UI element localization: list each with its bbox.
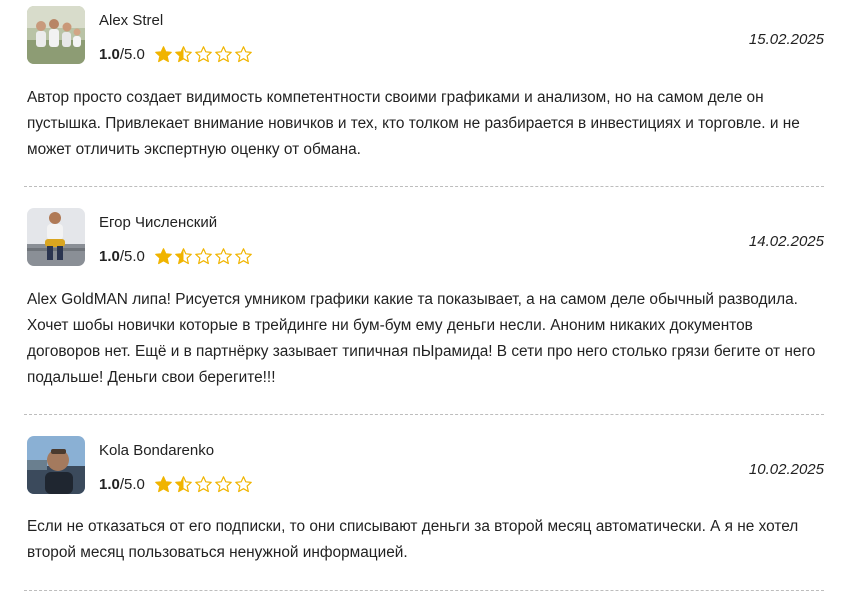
- rating: 1.0 /5.0: [99, 473, 253, 495]
- star-full-icon: [155, 45, 172, 62]
- star-empty-icon: [195, 475, 212, 492]
- star-empty-icon: [235, 247, 252, 264]
- review-date: 14.02.2025: [748, 233, 824, 250]
- avatar-photo-icon: [27, 6, 85, 64]
- avatar-photo-icon: [27, 436, 85, 494]
- rating-value: 1.0: [99, 247, 120, 265]
- review-text: Автор просто создает видимость компетент…: [27, 89, 800, 158]
- review-text: Если не отказаться от его подписки, то о…: [27, 518, 799, 561]
- avatar[interactable]: [27, 436, 85, 494]
- star-rating: [154, 247, 253, 266]
- star-empty-icon: [195, 45, 212, 62]
- star-rating: [154, 475, 253, 494]
- divider: [24, 414, 824, 415]
- reviews-list: Alex Strel 1.0 /5.0 15.02.2025 Автор про…: [0, 0, 848, 596]
- rating-value: 1.0: [99, 45, 120, 63]
- star-half-icon: [175, 45, 192, 62]
- avatar[interactable]: [27, 208, 85, 266]
- star-empty-icon: [215, 475, 232, 492]
- star-half-icon: [175, 475, 192, 492]
- review-text: Alex GoldMAN липа! Рисуется умником граф…: [27, 291, 816, 386]
- star-full-icon: [155, 475, 172, 492]
- author-name: Егор Численский: [99, 214, 218, 231]
- rating: 1.0 /5.0: [99, 43, 253, 65]
- divider: [24, 186, 824, 187]
- star-empty-icon: [215, 247, 232, 264]
- review-date: 10.02.2025: [748, 461, 824, 478]
- star-full-icon: [155, 247, 172, 264]
- star-empty-icon: [215, 45, 232, 62]
- rating-value: 1.0: [99, 475, 120, 493]
- rating: 1.0 /5.0: [99, 245, 253, 267]
- star-empty-icon: [235, 475, 252, 492]
- star-empty-icon: [195, 247, 212, 264]
- star-empty-icon: [235, 45, 252, 62]
- avatar[interactable]: [27, 6, 85, 64]
- star-rating: [154, 45, 253, 64]
- avatar-photo-icon: [27, 208, 85, 266]
- rating-max: /5.0: [119, 475, 145, 493]
- rating-max: /5.0: [119, 45, 145, 63]
- divider: [24, 590, 824, 591]
- review-date: 15.02.2025: [748, 31, 824, 48]
- rating-max: /5.0: [119, 247, 145, 265]
- author-name: Kola Bondarenko: [99, 442, 215, 459]
- star-half-icon: [175, 247, 192, 264]
- author-name: Alex Strel: [99, 12, 164, 29]
